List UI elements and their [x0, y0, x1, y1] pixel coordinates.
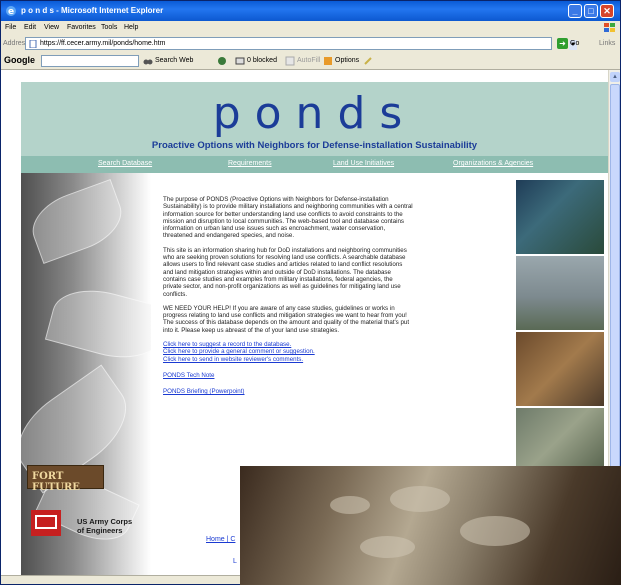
address-url: https://ff.cecer.army.mil/ponds/home.htm — [40, 40, 166, 47]
briefing-link[interactable]: PONDS Briefing (Powerpoint) — [163, 388, 413, 395]
usace-line-1: US Army Corps — [77, 517, 133, 526]
go-button[interactable]: Go — [570, 40, 579, 47]
menu-bar: File Edit View Favorites Tools Help — [1, 21, 620, 35]
title-bar: e p o n d s - Microsoft Internet Explore… — [1, 1, 620, 21]
autofill-button[interactable]: AutoFill — [297, 57, 320, 64]
menu-help[interactable]: Help — [124, 21, 138, 35]
menu-view[interactable]: View — [44, 21, 59, 35]
menu-edit[interactable]: Edit — [24, 21, 36, 35]
windows-logo-icon — [604, 23, 615, 32]
help-paragraph: WE NEED YOUR HELP! If you are aware of a… — [163, 304, 410, 334]
svg-text:e: e — [8, 7, 14, 17]
ponds-logo: ponds — [212, 88, 417, 139]
ponds-banner: ponds Proactive Options with Neighbors f… — [21, 82, 608, 156]
nav-requirements[interactable]: Requirements — [228, 160, 272, 167]
options-button[interactable]: Options — [335, 57, 359, 64]
coin-pile — [330, 496, 370, 514]
coin-pile — [360, 536, 415, 558]
menu-tools[interactable]: Tools — [101, 21, 117, 35]
leaf-shape — [44, 279, 151, 369]
usace-text: US Army Corps of Engineers — [77, 517, 132, 535]
links-button[interactable]: Links — [599, 40, 615, 47]
internet-explorer-icon: e — [6, 6, 16, 17]
maximize-button[interactable]: □ — [584, 4, 598, 18]
money-photo-overlay — [240, 466, 621, 585]
google-toolbar: Google Search Web 0 blocked AutoFill Opt… — [1, 53, 620, 70]
ponds-subtitle: Proactive Options with Neighbors for Def… — [151, 140, 478, 151]
address-input[interactable]: https://ff.cecer.army.mil/ponds/home.htm… — [25, 37, 577, 50]
coin-pile — [390, 486, 450, 512]
general-comment-link[interactable]: Click here to provide a general comment … — [163, 348, 413, 355]
popup-blocked-count[interactable]: 0 blocked — [247, 57, 277, 64]
autofill-icon — [285, 56, 295, 66]
tech-note-link[interactable]: PONDS Tech Note — [163, 372, 413, 379]
google-logo[interactable]: Google — [4, 55, 35, 65]
binoculars-icon — [143, 59, 153, 65]
nav-search-database[interactable]: Search Database — [98, 160, 152, 167]
nav-land-use-initiatives[interactable]: Land Use Initiatives — [333, 160, 394, 167]
nav-organizations-agencies[interactable]: Organizations & Agencies — [453, 160, 533, 167]
pagerank-icon — [218, 57, 226, 65]
search-web-button[interactable]: Search Web — [155, 57, 193, 64]
usace-line-2: of Engineers — [77, 526, 123, 535]
google-search-input[interactable] — [41, 55, 139, 67]
popup-blocker-icon — [235, 57, 245, 65]
footer-link-partial[interactable]: L — [233, 558, 237, 565]
main-text: The purpose of PONDS (Proactive Options … — [163, 196, 413, 396]
highlighter-icon — [364, 57, 372, 65]
go-arrow-icon[interactable]: ➜ — [557, 38, 568, 49]
feedback-links: Click here to suggest a record to the da… — [163, 341, 413, 363]
fort-future-logo[interactable]: FORT FUTURE — [27, 465, 104, 493]
fort-future-text: FORT FUTURE — [32, 471, 80, 493]
suggest-record-link[interactable]: Click here to suggest a record to the da… — [163, 341, 413, 348]
castle-icon — [35, 515, 57, 529]
photo-helicopter — [516, 256, 604, 330]
site-nav: Search Database Requirements Land Use In… — [21, 156, 608, 173]
photo-soldier — [516, 332, 604, 406]
photo-leaves-water — [516, 180, 604, 254]
page-icon — [29, 40, 37, 48]
options-icon — [324, 57, 332, 65]
hub-paragraph: This site is an information sharing hub … — [163, 246, 407, 298]
minimize-button[interactable]: _ — [568, 4, 582, 18]
photo-aerial — [516, 408, 604, 468]
coin-pile — [460, 516, 530, 546]
address-bar: Address https://ff.cecer.army.mil/ponds/… — [1, 35, 620, 53]
intro-paragraph: The purpose of PONDS (Proactive Options … — [163, 196, 413, 240]
leaf-shape — [24, 178, 130, 265]
scroll-up-icon[interactable]: ▲ — [610, 72, 620, 82]
footer-links[interactable]: Home | C — [206, 536, 235, 543]
menu-favorites[interactable]: Favorites — [67, 21, 96, 35]
reviewer-comments-link[interactable]: Click here to send in website reviewer's… — [163, 356, 413, 363]
scroll-thumb[interactable] — [610, 84, 620, 514]
close-button[interactable]: ✕ — [600, 4, 614, 18]
window-title: p o n d s - Microsoft Internet Explorer — [21, 6, 164, 15]
menu-file[interactable]: File — [5, 21, 16, 35]
usace-castle-logo[interactable] — [31, 510, 61, 536]
